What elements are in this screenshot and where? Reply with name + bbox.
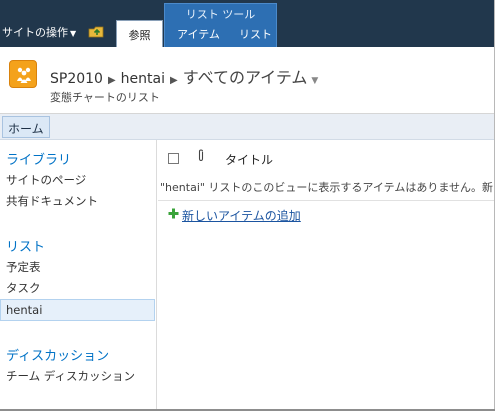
- select-all-checkbox[interactable]: [168, 153, 179, 164]
- add-new-item-link[interactable]: 新しいアイテムの追加: [182, 207, 301, 224]
- quicklaunch-item-shared-documents[interactable]: 共有ドキュメント: [6, 193, 98, 209]
- breadcrumb-separator-icon: ▶: [170, 75, 178, 86]
- topnav-home[interactable]: ホーム: [2, 116, 50, 138]
- quicklaunch-item-hentai[interactable]: hentai: [6, 303, 42, 317]
- view-selector[interactable]: すべてのアイテム: [183, 68, 308, 87]
- list-tools-contextual-group: リスト ツール アイテム リスト: [164, 3, 277, 47]
- top-navigation: ホーム: [0, 114, 495, 140]
- column-header-title[interactable]: タイトル: [225, 151, 273, 168]
- chevron-down-icon[interactable]: ▼: [311, 76, 318, 86]
- people-icon: [17, 67, 31, 83]
- breadcrumb-list[interactable]: hentai: [121, 71, 165, 87]
- ribbon-bar: サイトの操作 ▼ 参照 リスト ツール アイテム リスト: [0, 0, 495, 47]
- site-actions-menu[interactable]: サイトの操作 ▼: [2, 24, 76, 40]
- quicklaunch-heading-libraries[interactable]: ライブラリ: [6, 149, 71, 168]
- quicklaunch-item-calendar[interactable]: 予定表: [6, 259, 41, 275]
- add-icon: [168, 208, 179, 219]
- chevron-down-icon: ▼: [70, 29, 77, 38]
- quicklaunch-item-tasks[interactable]: タスク: [6, 280, 41, 296]
- empty-view-message: "hentai" リストのこのビューに表示するアイテムはありません。新しいア: [160, 181, 495, 194]
- breadcrumb: SP2010 ▶ hentai ▶ すべてのアイテム ▼: [50, 64, 318, 88]
- quicklaunch-heading-lists[interactable]: リスト: [6, 236, 45, 255]
- quicklaunch-item-team-discussion[interactable]: チーム ディスカッション: [6, 368, 135, 384]
- list-view: タイトル "hentai" リストのこのビューに表示するアイテムはありません。新…: [158, 140, 495, 411]
- list-description: 変態チャートのリスト: [50, 91, 160, 104]
- contextual-group-title: リスト ツール: [185, 8, 256, 21]
- tab-browse[interactable]: 参照: [116, 20, 163, 47]
- site-actions-label: サイトの操作: [2, 26, 68, 39]
- divider: [158, 200, 495, 201]
- page-title-area: SP2010 ▶ hentai ▶ すべてのアイテム ▼ 変態チャートのリスト: [0, 47, 495, 114]
- tab-list[interactable]: リスト: [239, 26, 272, 42]
- paperclip-icon: [197, 149, 205, 166]
- breadcrumb-site[interactable]: SP2010: [50, 71, 103, 87]
- site-logo-icon[interactable]: [9, 60, 37, 88]
- quicklaunch-item-site-pages[interactable]: サイトのページ: [6, 172, 86, 188]
- quick-launch: ライブラリ サイトのページ 共有ドキュメント リスト 予定表 タスク henta…: [0, 140, 157, 411]
- tab-items[interactable]: アイテム: [177, 26, 220, 42]
- quicklaunch-heading-discussions[interactable]: ディスカッション: [6, 345, 109, 364]
- navigate-up-folder-icon[interactable]: [88, 25, 106, 39]
- breadcrumb-separator-icon: ▶: [107, 75, 116, 86]
